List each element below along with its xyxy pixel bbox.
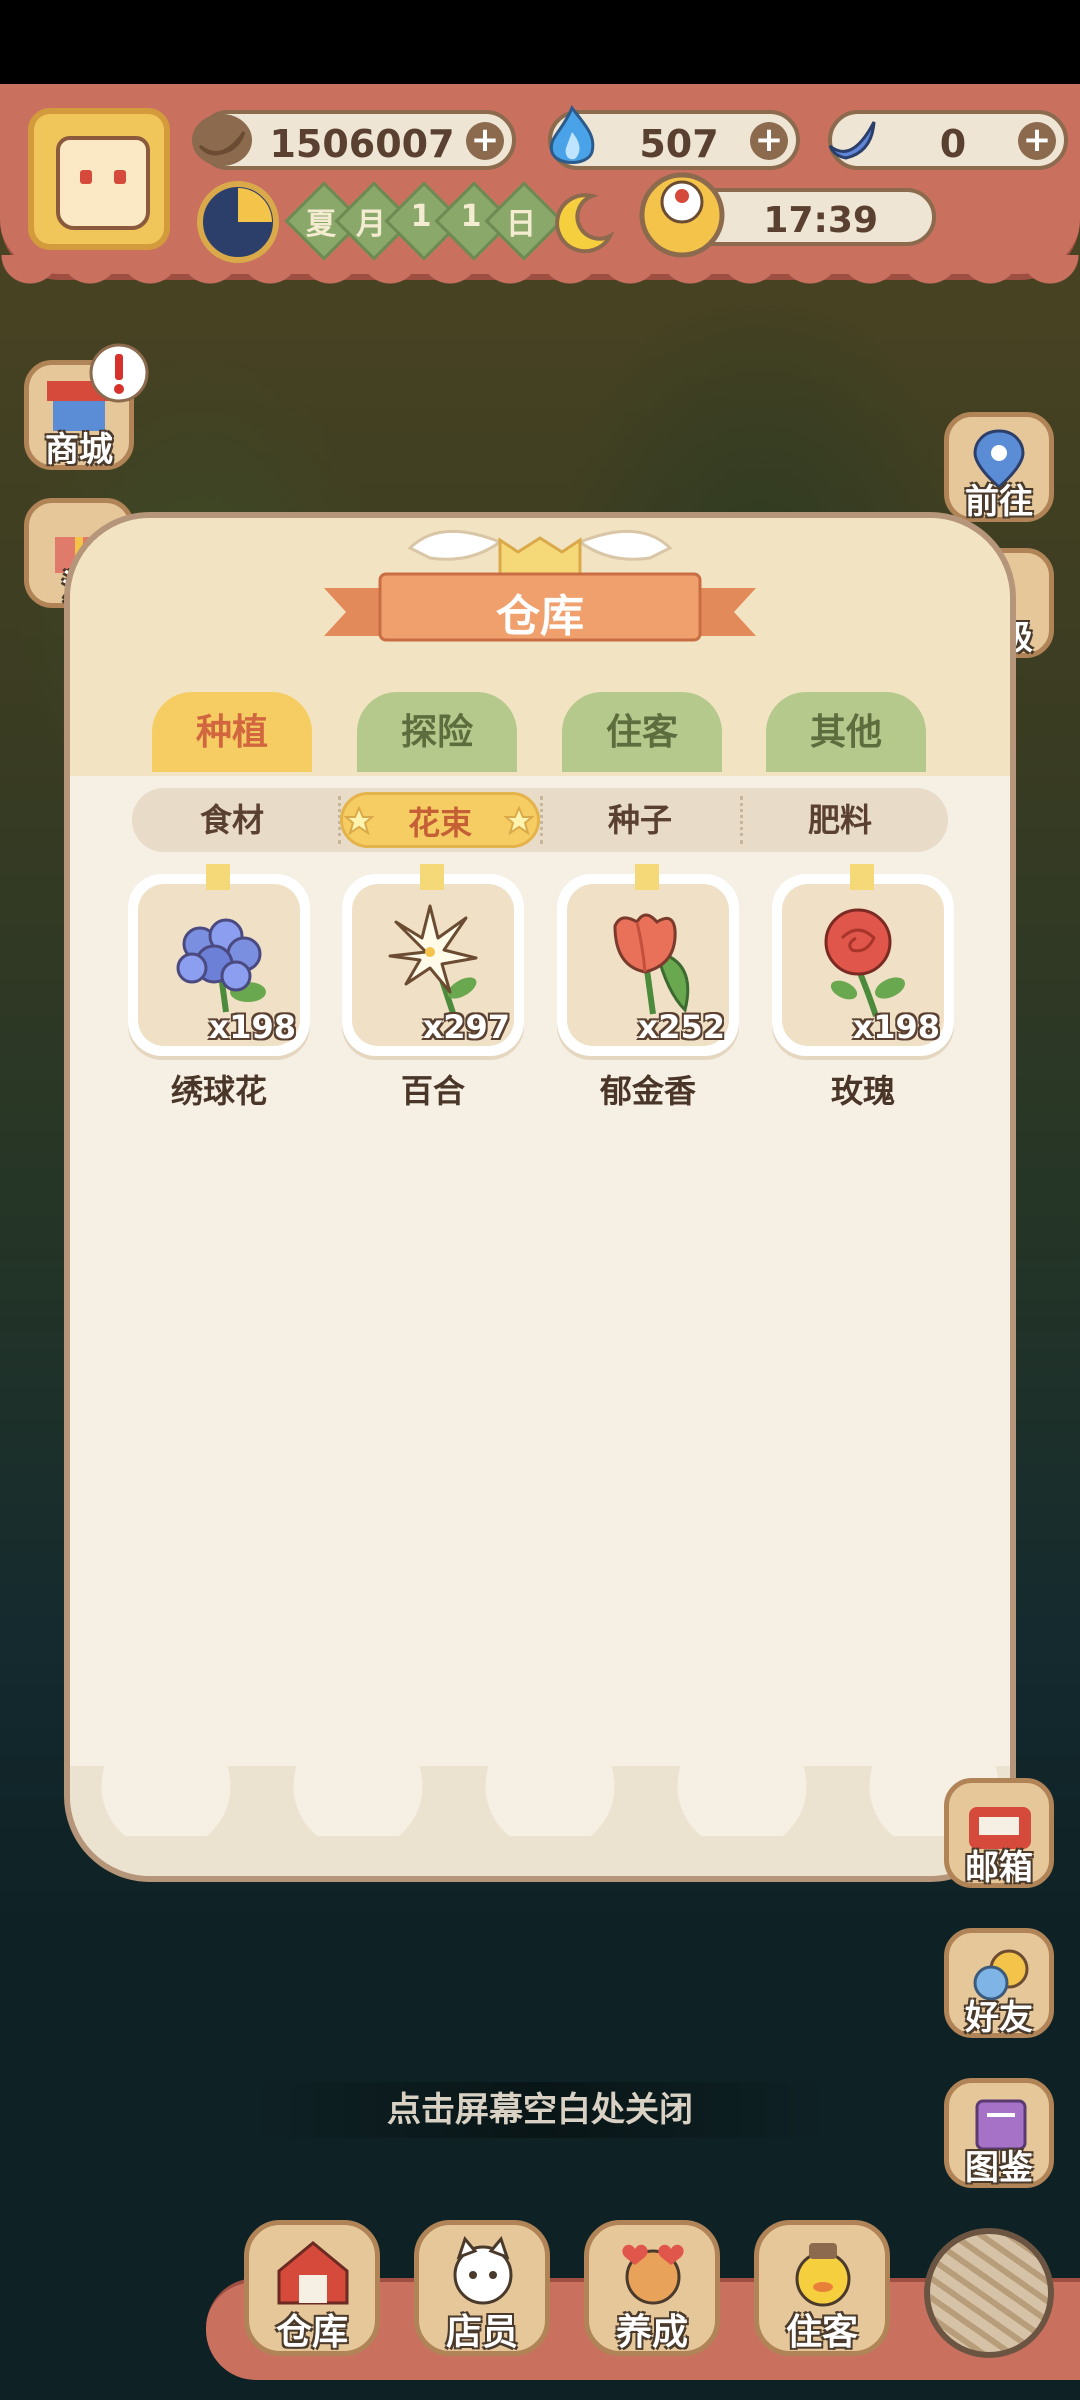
coin-counter: 1506007 + — [192, 110, 516, 170]
ticket-value: 0 — [939, 122, 967, 166]
duck-guest-icon — [795, 2243, 851, 2307]
item-card-hydrangea[interactable]: x198 — [128, 864, 310, 1056]
modal-bottom-waves — [70, 1766, 1010, 1876]
nav-develop-button[interactable]: 养成 — [584, 2220, 720, 2356]
subtab-bar: 食材 花束 种子 肥料 — [132, 788, 948, 852]
cat-staff-icon — [453, 2235, 513, 2305]
cat-heart-icon — [622, 2244, 684, 2305]
star-icon — [504, 806, 534, 836]
clock-time: 17:39 — [763, 200, 878, 241]
moon-icon — [555, 193, 615, 254]
tulip-icon — [613, 913, 690, 1015]
modal-title: 仓库 — [496, 591, 584, 642]
banana-coin-icon — [192, 114, 252, 166]
shop-label: 商城 — [45, 430, 113, 470]
tab-planting[interactable]: 种植 — [152, 692, 312, 772]
subtab-seeds[interactable]: 种子 — [540, 788, 740, 852]
item-name-tulip: 郁金香 — [599, 1072, 696, 1110]
lily-icon — [388, 904, 478, 1017]
item-card-tulip[interactable]: x252 — [557, 864, 739, 1056]
add-gems-button[interactable]: + — [750, 122, 788, 160]
item-card-rose[interactable]: x198 — [772, 864, 954, 1056]
encyclopedia-button[interactable]: 图鉴 — [944, 2078, 1054, 2188]
ticket-counter: 0 + — [828, 110, 1068, 170]
barn-icon — [277, 2241, 349, 2305]
nav-staff-label: 店员 — [445, 2312, 518, 2353]
avatar-face-icon — [56, 136, 150, 230]
goto-button[interactable]: 前往 — [944, 412, 1054, 522]
item-name-rose: 玫瑰 — [830, 1072, 895, 1110]
yarn-ball-button[interactable] — [924, 2228, 1054, 2358]
friends-button[interactable]: 好友 — [944, 1928, 1054, 2038]
sun-cat-icon — [639, 172, 725, 258]
tab-guests[interactable]: 住客 — [562, 692, 722, 772]
mailbox-label: 邮箱 — [965, 1848, 1033, 1888]
tab-other[interactable]: 其他 — [766, 692, 926, 772]
nav-warehouse-label: 仓库 — [275, 2312, 348, 2353]
season-clock-icon — [197, 181, 279, 263]
item-name-lily: 百合 — [400, 1072, 465, 1110]
add-tickets-button[interactable]: + — [1018, 122, 1056, 160]
coin-value: 1506007 — [269, 122, 455, 166]
encyclopedia-label: 图鉴 — [965, 2148, 1033, 2188]
item-count: x297 — [422, 1008, 510, 1046]
nav-develop-label: 养成 — [615, 2312, 688, 2353]
item-card-lily[interactable]: x297 — [342, 864, 524, 1056]
player-avatar[interactable] — [28, 108, 170, 250]
star-icon — [344, 806, 374, 836]
nav-guests-button[interactable]: 住客 — [754, 2220, 890, 2356]
add-coins-button[interactable]: + — [466, 122, 504, 160]
modal-title-holder: 仓库 — [324, 566, 756, 650]
system-status-bar — [0, 0, 1080, 84]
item-count: x198 — [208, 1008, 296, 1046]
date-unit-day: 日 — [506, 207, 536, 242]
alert-badge-icon — [89, 343, 149, 403]
subtab-ingredients[interactable]: 食材 — [132, 788, 332, 852]
mailbox-button[interactable]: 邮箱 — [944, 1778, 1054, 1888]
hydrangea-icon — [176, 918, 266, 1013]
item-count: x198 — [852, 1008, 940, 1046]
subtab-fertilizer[interactable]: 肥料 — [740, 788, 940, 852]
item-count: x252 — [637, 1008, 725, 1046]
nav-warehouse-button[interactable]: 仓库 — [244, 2220, 380, 2356]
rose-icon — [824, 908, 905, 1017]
friends-label: 好友 — [965, 1998, 1033, 2038]
close-hint-text[interactable]: 点击屏幕空白处关闭 — [250, 2082, 830, 2138]
tab-explore[interactable]: 探险 — [357, 692, 517, 772]
item-name-hydrangea: 绣球花 — [170, 1072, 267, 1110]
nav-guests-label: 住客 — [785, 2312, 858, 2353]
nav-staff-button[interactable]: 店员 — [414, 2220, 550, 2356]
blue-flame-icon — [549, 105, 595, 164]
hud-scallop-edge — [0, 255, 1080, 285]
blue-banana-icon — [828, 121, 876, 160]
